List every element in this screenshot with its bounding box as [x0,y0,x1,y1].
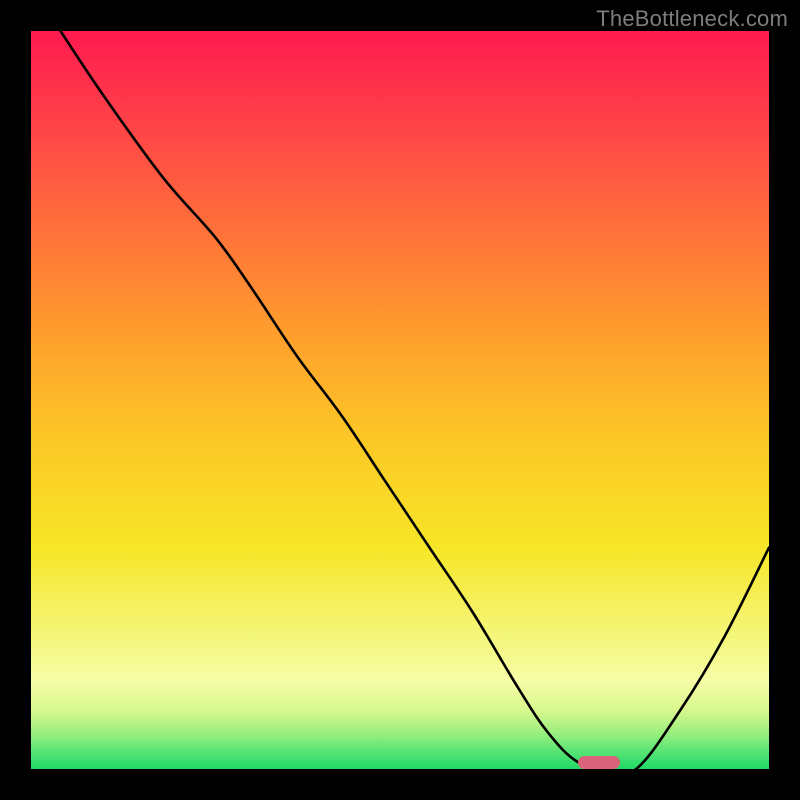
watermark-text: TheBottleneck.com [596,6,788,32]
outer-frame: TheBottleneck.com [0,0,800,800]
optimal-marker [578,756,620,769]
bottleneck-curve [31,31,769,769]
plot-area [31,31,769,769]
